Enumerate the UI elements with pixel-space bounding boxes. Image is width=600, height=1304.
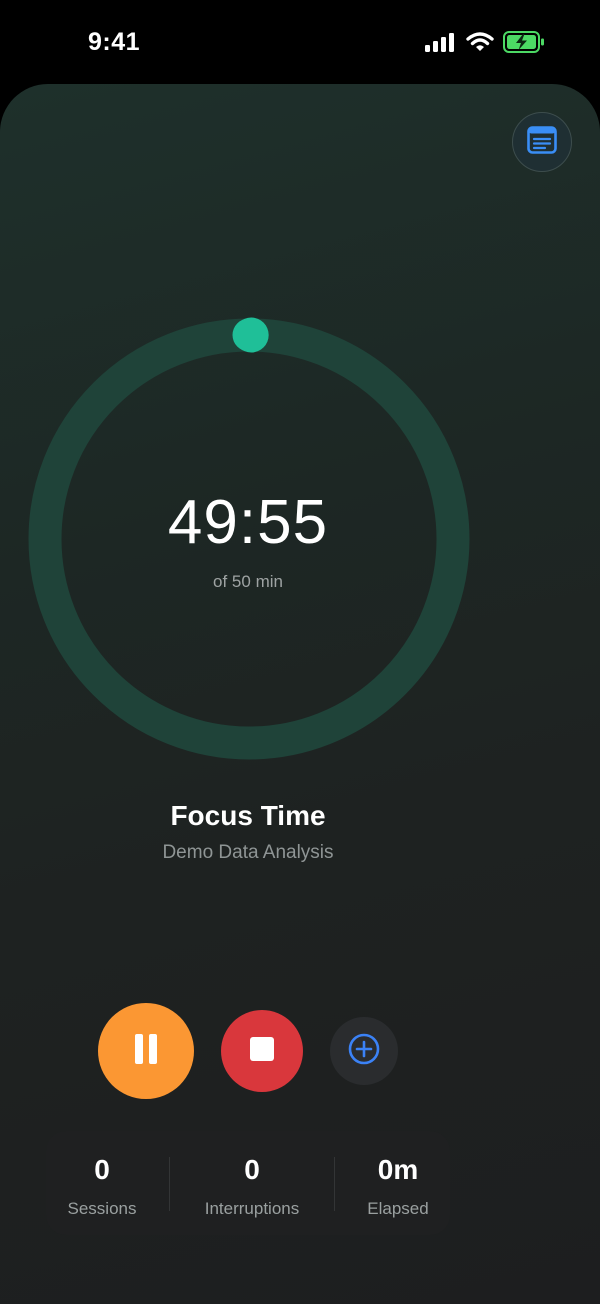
stat-interruptions: 0 Interruptions (158, 1131, 346, 1235)
stat-sessions-label: Sessions (67, 1199, 137, 1218)
status-time: 9:41 (88, 28, 141, 56)
screen: 9:41 49:55 of 50 min Focus Time Demo Dat… (0, 0, 600, 1304)
notes-icon (527, 125, 557, 159)
session-stats: 0 Sessions 0 Interruptions 0m Elapsed (46, 1131, 450, 1235)
notes-button[interactable] (512, 112, 572, 172)
stat-interruptions-value: 0 (244, 1154, 260, 1185)
stat-elapsed-label: Elapsed (367, 1199, 429, 1218)
stat-elapsed: 0m Elapsed (346, 1131, 450, 1235)
battery-charging-icon (503, 30, 545, 58)
stat-sessions: 0 Sessions (46, 1131, 158, 1235)
stat-sessions-value: 0 (94, 1154, 110, 1185)
stats-divider (334, 1157, 335, 1211)
pause-icon (133, 1033, 159, 1070)
progress-ring-knob (233, 317, 269, 353)
timer-remaining: 49:55 (167, 488, 329, 557)
status-bar: 9:41 (0, 0, 600, 86)
status-icons (425, 30, 545, 58)
cellular-signal-icon (425, 32, 457, 57)
stat-interruptions-label: Interruptions (204, 1199, 300, 1218)
stat-elapsed-value: 0m (377, 1154, 419, 1185)
plus-circle-icon (347, 1032, 381, 1071)
timer-total-label: of 50 min (213, 572, 283, 591)
stats-divider (169, 1157, 170, 1211)
session-task-name: Demo Data Analysis (162, 842, 334, 863)
stop-icon (249, 1036, 275, 1067)
wifi-icon (466, 31, 494, 58)
session-mode-title: Focus Time (170, 800, 326, 831)
pause-button[interactable] (98, 1003, 194, 1099)
add-time-button[interactable] (330, 1017, 398, 1085)
stop-button[interactable] (221, 1010, 303, 1092)
